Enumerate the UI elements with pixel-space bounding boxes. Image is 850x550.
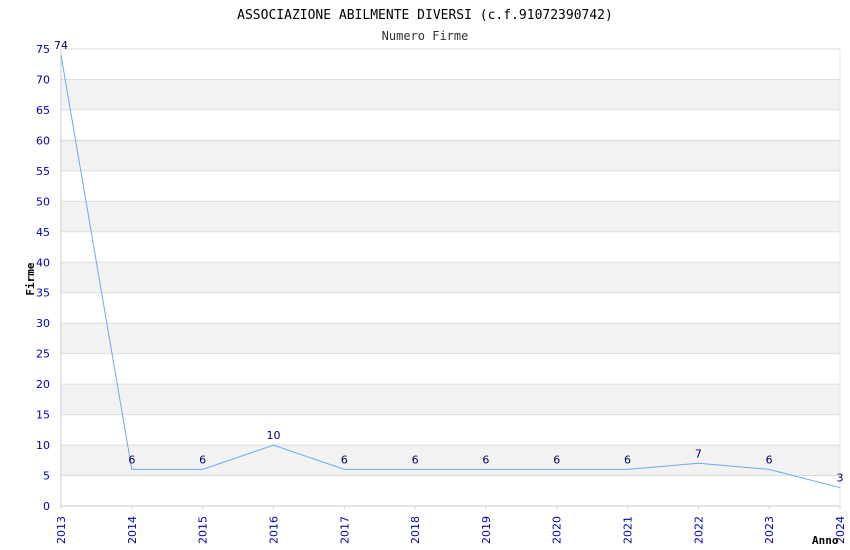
line-chart: ASSOCIAZIONE ABILMENTE DIVERSI (c.f.9107… <box>24 8 847 547</box>
x-axis-ticks: 2013 2014 2015 2016 2017 2018 2019 2020 2021 2022… <box>55 506 847 544</box>
data-label: 6 <box>128 453 135 466</box>
grid-band <box>61 384 840 415</box>
x-tick-label: 2015 <box>197 516 210 544</box>
y-tick-label: 20 <box>36 378 50 391</box>
grid-band <box>61 79 840 110</box>
grid-band <box>61 201 840 232</box>
grid-band <box>61 445 840 476</box>
y-tick-label: 65 <box>36 104 50 117</box>
data-label: 7 <box>695 447 702 460</box>
grid-bands <box>61 79 840 476</box>
y-tick-label: 40 <box>36 256 50 269</box>
y-tick-label: 30 <box>36 317 50 330</box>
y-tick-label: 60 <box>36 134 50 147</box>
data-label: 74 <box>54 39 68 52</box>
grid-band <box>61 323 840 354</box>
data-label: 6 <box>341 453 348 466</box>
data-label: 10 <box>266 429 280 442</box>
x-tick-label: 2019 <box>480 516 493 544</box>
x-tick-label: 2021 <box>622 516 635 544</box>
x-tick-label: 2018 <box>409 516 422 544</box>
x-tick-label: 2014 <box>126 516 139 544</box>
data-label: 6 <box>412 453 419 466</box>
y-tick-label: 10 <box>36 439 50 452</box>
data-label: 6 <box>624 453 631 466</box>
x-tick-label: 2023 <box>763 516 776 544</box>
x-tick-label: 2022 <box>692 516 705 544</box>
data-label: 3 <box>837 472 844 485</box>
y-tick-label: 50 <box>36 195 50 208</box>
y-tick-label: 70 <box>36 73 50 86</box>
grid-band <box>61 140 840 171</box>
y-tick-label: 35 <box>36 287 50 300</box>
x-tick-label: 2017 <box>338 516 351 544</box>
data-label: 6 <box>199 453 206 466</box>
grid-band <box>61 262 840 293</box>
y-tick-label: 55 <box>36 165 50 178</box>
x-tick-label: 2016 <box>267 516 280 544</box>
y-axis-label: Firme <box>24 262 37 295</box>
x-axis-label: Anno <box>812 534 839 547</box>
y-tick-label: 5 <box>43 470 50 483</box>
data-label: 6 <box>766 453 773 466</box>
x-tick-label: 2020 <box>551 516 564 544</box>
x-tick-label: 2013 <box>55 516 68 544</box>
chart-title: ASSOCIAZIONE ABILMENTE DIVERSI (c.f.9107… <box>237 8 613 23</box>
y-tick-label: 25 <box>36 348 50 361</box>
data-label: 6 <box>553 453 560 466</box>
y-tick-label: 0 <box>43 500 50 513</box>
y-tick-label: 15 <box>36 409 50 422</box>
data-label: 6 <box>482 453 489 466</box>
y-tick-label: 45 <box>36 226 50 239</box>
y-tick-label: 75 <box>36 43 50 56</box>
chart-subtitle: Numero Firme <box>382 29 469 43</box>
y-axis-ticks: 0 5 10 15 20 25 30 35 40 45 50 55 60 65 70 75 <box>36 43 50 513</box>
